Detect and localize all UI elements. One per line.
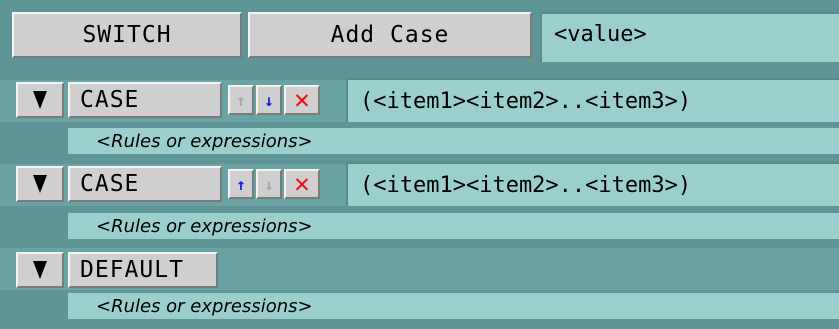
case-1-expression-text: (<item1><item2>..<item3>)	[360, 88, 692, 114]
case-2-label: CASE	[80, 171, 140, 197]
collapse-triangle-icon	[33, 175, 47, 193]
case-2-move-up-button[interactable]: ↑	[228, 169, 254, 199]
case-1-move-down-button[interactable]: ↓	[256, 85, 282, 115]
case-1-collapse-toggle[interactable]	[16, 82, 64, 118]
case-2-expression-field[interactable]: (<item1><item2>..<item3>)	[346, 162, 839, 206]
default-rules-text: <Rules or expressions>	[96, 295, 313, 317]
case-1-label: CASE	[80, 87, 140, 113]
case-2-collapse-toggle[interactable]	[16, 166, 64, 202]
move-up-icon: ↑	[236, 90, 246, 110]
collapse-triangle-icon	[33, 91, 47, 109]
move-up-icon: ↑	[236, 174, 246, 194]
case-2-button[interactable]: CASE	[68, 166, 222, 202]
switch-value-field[interactable]: <value>	[540, 12, 839, 62]
add-case-button[interactable]: Add Case	[248, 12, 532, 58]
default-rules-field[interactable]: <Rules or expressions>	[68, 293, 839, 319]
switch-button-label: SWITCH	[82, 22, 172, 48]
switch-value-text: <value>	[554, 22, 647, 47]
move-down-icon: ↓	[264, 90, 274, 110]
case-1-rules-text: <Rules or expressions>	[96, 130, 313, 152]
default-button[interactable]: DEFAULT	[68, 252, 218, 288]
case-2-rules-text: <Rules or expressions>	[96, 215, 313, 237]
case-1-delete-button[interactable]: ✕	[284, 85, 320, 115]
case-1-button[interactable]: CASE	[68, 82, 222, 118]
case-2-move-down-button[interactable]: ↓	[256, 169, 282, 199]
case-1-move-up-button[interactable]: ↑	[228, 85, 254, 115]
add-case-button-label: Add Case	[330, 22, 450, 48]
default-label: DEFAULT	[80, 257, 184, 283]
collapse-triangle-icon	[33, 261, 47, 279]
case-2-delete-button[interactable]: ✕	[284, 169, 320, 199]
case-1-expression-field[interactable]: (<item1><item2>..<item3>)	[346, 78, 839, 122]
default-collapse-toggle[interactable]	[16, 252, 64, 288]
delete-x-icon: ✕	[294, 169, 310, 199]
case-2-rules-field[interactable]: <Rules or expressions>	[68, 213, 839, 239]
delete-x-icon: ✕	[294, 85, 310, 115]
case-1-rules-field[interactable]: <Rules or expressions>	[68, 128, 839, 154]
move-down-icon: ↓	[264, 174, 274, 194]
case-2-expression-text: (<item1><item2>..<item3>)	[360, 172, 692, 198]
switch-button[interactable]: SWITCH	[12, 12, 242, 58]
